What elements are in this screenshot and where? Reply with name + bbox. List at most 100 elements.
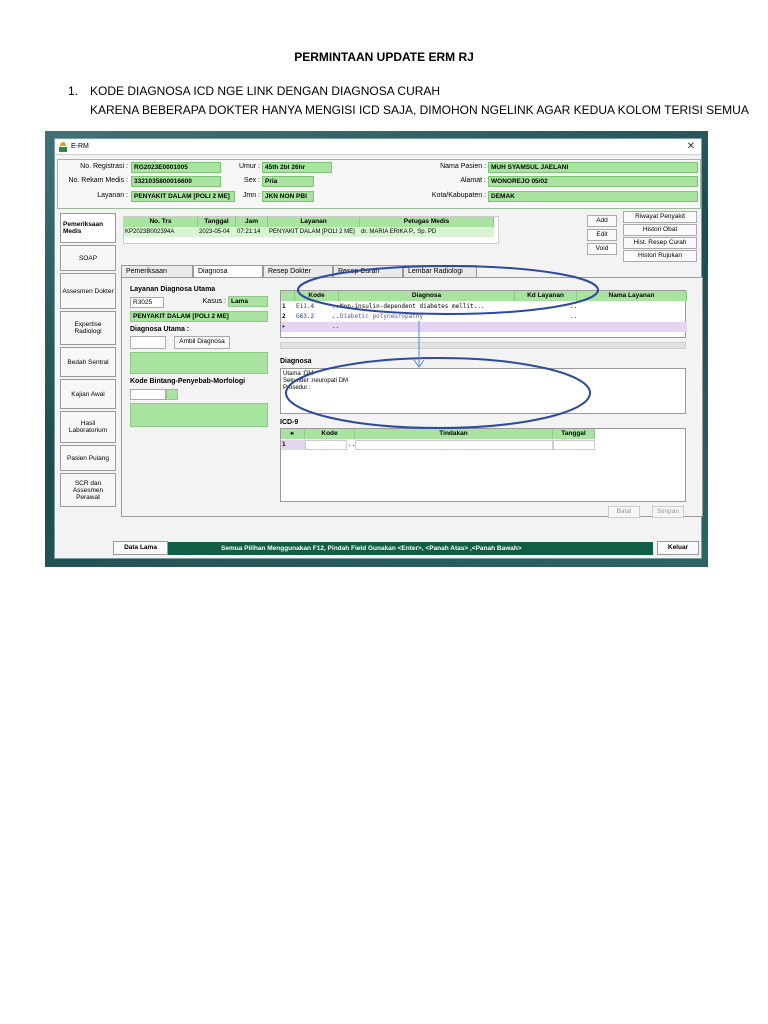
sidebar: Pemeriksaan Medis SOAP Assesmen Dokter E… bbox=[60, 213, 116, 509]
histori-obat-button[interactable]: Histori Obat bbox=[623, 224, 697, 236]
visits-header-layanan: Layanan bbox=[268, 217, 360, 227]
nama-label: Nama Pasien : bbox=[440, 163, 486, 170]
user-icon bbox=[59, 141, 67, 152]
point-number: 1. bbox=[68, 84, 79, 98]
jmn-field[interactable]: JKN NON PBI bbox=[262, 191, 314, 202]
document-title: PERMINTAAN UPDATE ERM RJ bbox=[294, 50, 474, 64]
diagnosa-curah-textarea[interactable]: Utama :DM Sekunder :neuropati DM Prosedu… bbox=[280, 368, 686, 414]
kasus-field[interactable]: Lama bbox=[228, 296, 268, 307]
keluar-button[interactable]: Keluar bbox=[657, 541, 699, 555]
erm-screenshot: E-RM ✕ No. Registrasi : RG2023E0001005 N… bbox=[45, 131, 708, 567]
layanan-code-field[interactable]: R3025 bbox=[130, 297, 164, 308]
diagnosa-utama-title: Diagnosa Utama : bbox=[130, 326, 190, 333]
icd-row-1-diagnosa[interactable]: Non-insulin-dependent diabetes mellit... bbox=[339, 302, 515, 312]
icd-row-2-layanan-picker[interactable]: ... bbox=[569, 312, 577, 322]
icd-header-diagnosa: Diagnosa bbox=[339, 291, 515, 301]
visits-header-tanggal: Tanggal bbox=[198, 217, 236, 227]
visits-cell-notrs[interactable]: KP2023B002394A bbox=[124, 227, 198, 237]
patient-header: No. Registrasi : RG2023E0001005 No. Reka… bbox=[57, 159, 701, 209]
sidebar-item-expertise-radiologi[interactable]: Expertise Radiologi bbox=[60, 311, 116, 345]
no-rm-field[interactable]: 3321035800016600 bbox=[131, 176, 221, 187]
icd-row-1-kode[interactable]: E11.4 bbox=[295, 302, 331, 312]
sidebar-item-pemeriksaan[interactable]: Pemeriksaan Medis bbox=[60, 213, 116, 243]
icd9-header-kode: Kode bbox=[305, 429, 355, 439]
icd9-header-tindakan: Tindakan bbox=[355, 429, 553, 439]
diagnosa-utama-green bbox=[130, 352, 268, 374]
icd-new-row-picker[interactable]: ... bbox=[331, 322, 339, 332]
curah-line-utama: Utama :DM bbox=[283, 371, 314, 377]
edit-button[interactable]: Edit bbox=[587, 229, 617, 241]
void-button[interactable]: Void bbox=[587, 243, 617, 255]
window-titlebar: E-RM ✕ bbox=[55, 139, 701, 155]
sidebar-item-assesmen-dokter[interactable]: Assesmen Dokter bbox=[60, 273, 116, 309]
visits-cell-jam[interactable]: 07:21:14 bbox=[236, 227, 268, 237]
icd-row-1-picker[interactable]: ... bbox=[331, 302, 339, 312]
no-rm-label: No. Rekam Medis : bbox=[68, 177, 128, 184]
sidebar-item-bedah-sentral[interactable]: Bedah Sentral bbox=[60, 347, 116, 377]
point-line-1: KODE DIAGNOSA ICD NGE LINK DENGAN DIAGNO… bbox=[90, 84, 441, 98]
footer-bar: Semua Pilihan Menggunakan F12, Pindah Fi… bbox=[121, 542, 653, 555]
icd9-row-1-tindakan[interactable] bbox=[355, 440, 553, 450]
tab-resep-curah[interactable]: Resep Curah bbox=[333, 265, 403, 277]
kode-bintang-picker[interactable] bbox=[166, 389, 178, 400]
icd-grid-scrollbar[interactable] bbox=[280, 342, 686, 349]
diagnosa-utama-field[interactable] bbox=[130, 336, 166, 349]
tab-resep-dokter[interactable]: Resep Dokter bbox=[263, 265, 333, 277]
sidebar-item-soap[interactable]: SOAP bbox=[60, 245, 116, 271]
icd-new-row-diagnosa[interactable] bbox=[339, 322, 515, 332]
icd-header-nama-layanan: Nama Layanan bbox=[577, 291, 687, 301]
kode-bintang-field[interactable] bbox=[130, 389, 166, 400]
visits-header-notrs: No. Trs bbox=[124, 217, 198, 227]
layanan-label: Layanan : bbox=[97, 192, 128, 199]
sidebar-item-scr-assesmen[interactable]: SCR dan Assesmen Perawat bbox=[60, 473, 116, 507]
icd-row-1-no: 1 bbox=[282, 303, 286, 310]
alamat-field[interactable]: WONOREJO 05/02 bbox=[488, 176, 698, 187]
icd9-row-1-kode[interactable] bbox=[305, 440, 347, 450]
nama-field[interactable]: MUH SYAMSUL JAELANI bbox=[488, 162, 698, 173]
umur-field[interactable]: 45th 2bl 26hr bbox=[262, 162, 332, 173]
alamat-label: Alamat : bbox=[460, 177, 486, 184]
icd-row-2-picker[interactable]: ... bbox=[331, 312, 339, 322]
icd-new-row-marker: ▸ bbox=[281, 322, 295, 332]
icd-new-row-nama-layanan[interactable] bbox=[577, 322, 687, 332]
add-button[interactable]: Add bbox=[587, 215, 617, 227]
layanan-field[interactable]: PENYAKIT DALAM [POLI 2 ME] bbox=[131, 191, 235, 202]
sidebar-item-hasil-lab[interactable]: Hasil Laboratorium bbox=[60, 411, 116, 443]
icd-row-2-diagnosa[interactable]: Diabetic polyneuropathy bbox=[339, 312, 515, 322]
curah-line-prosedur: Prosedur : bbox=[283, 385, 311, 391]
erm-window: E-RM ✕ No. Registrasi : RG2023E0001005 N… bbox=[54, 138, 703, 559]
tab-lembar-radiologi[interactable]: Lembar Radiologi bbox=[403, 265, 477, 277]
icd9-row-1-tanggal[interactable] bbox=[553, 440, 595, 450]
visits-header-jam: Jam bbox=[236, 217, 268, 227]
visits-cell-petugas[interactable]: dr. MARIA ERIKA P., Sp. PD bbox=[360, 227, 494, 237]
simpan-button[interactable]: Simpan bbox=[652, 506, 684, 518]
kota-label: Kota/Kabupaten : bbox=[431, 192, 486, 199]
icd-new-row-kd-layanan[interactable] bbox=[515, 322, 577, 332]
point-line-2: KARENA BEBERAPA DOKTER HANYA MENGISI ICD… bbox=[90, 103, 749, 117]
icd9-header-tanggal: Tanggal bbox=[553, 429, 595, 439]
data-lama-button[interactable]: Data Lama bbox=[113, 541, 168, 555]
hist-resep-curah-button[interactable]: Hist. Resep Curah bbox=[623, 237, 697, 249]
sex-label: Sex : bbox=[244, 177, 260, 184]
sex-field[interactable]: Pria bbox=[262, 176, 314, 187]
no-registrasi-field[interactable]: RG2023E0001005 bbox=[131, 162, 221, 173]
icd-new-row-kode[interactable] bbox=[295, 322, 331, 332]
close-icon[interactable]: ✕ bbox=[687, 141, 695, 152]
ambil-diagnosa-button[interactable]: Ambil Diagnosa bbox=[174, 336, 230, 349]
riwayat-penyakit-button[interactable]: Riwayat Penyakit bbox=[623, 211, 697, 223]
sidebar-item-pasien-pulang[interactable]: Pasien Pulang bbox=[60, 445, 116, 471]
visits-cell-tanggal[interactable]: 2023-05-04 bbox=[198, 227, 236, 237]
layanan-name-field[interactable]: PENYAKIT DALAM [POLI 2 ME] bbox=[130, 311, 268, 322]
umur-label: Umur : bbox=[239, 163, 260, 170]
icd-row-2-kode[interactable]: G63.2 bbox=[295, 312, 331, 322]
visits-cell-layanan[interactable]: PENYAKIT DALAM [POLI 2 ME] bbox=[268, 227, 360, 237]
tab-pemeriksaan[interactable]: Pemeriksaan bbox=[121, 265, 193, 277]
footer-message: Semua Pilihan Menggunakan F12, Pindah Fi… bbox=[221, 545, 522, 552]
icd9-row-1-picker[interactable]: ... bbox=[347, 440, 355, 450]
kota-field[interactable]: DEMAK bbox=[488, 191, 698, 202]
histori-rujukan-button[interactable]: Histori Rujukan bbox=[623, 250, 697, 262]
visits-table: No. Trs Tanggal Jam Layanan Petugas Medi… bbox=[123, 216, 499, 244]
icd-row-1-layanan-picker[interactable]: ... bbox=[569, 302, 577, 312]
batal-button[interactable]: Batal bbox=[608, 506, 640, 518]
sidebar-item-kajian-awal[interactable]: Kajian Awal bbox=[60, 379, 116, 409]
